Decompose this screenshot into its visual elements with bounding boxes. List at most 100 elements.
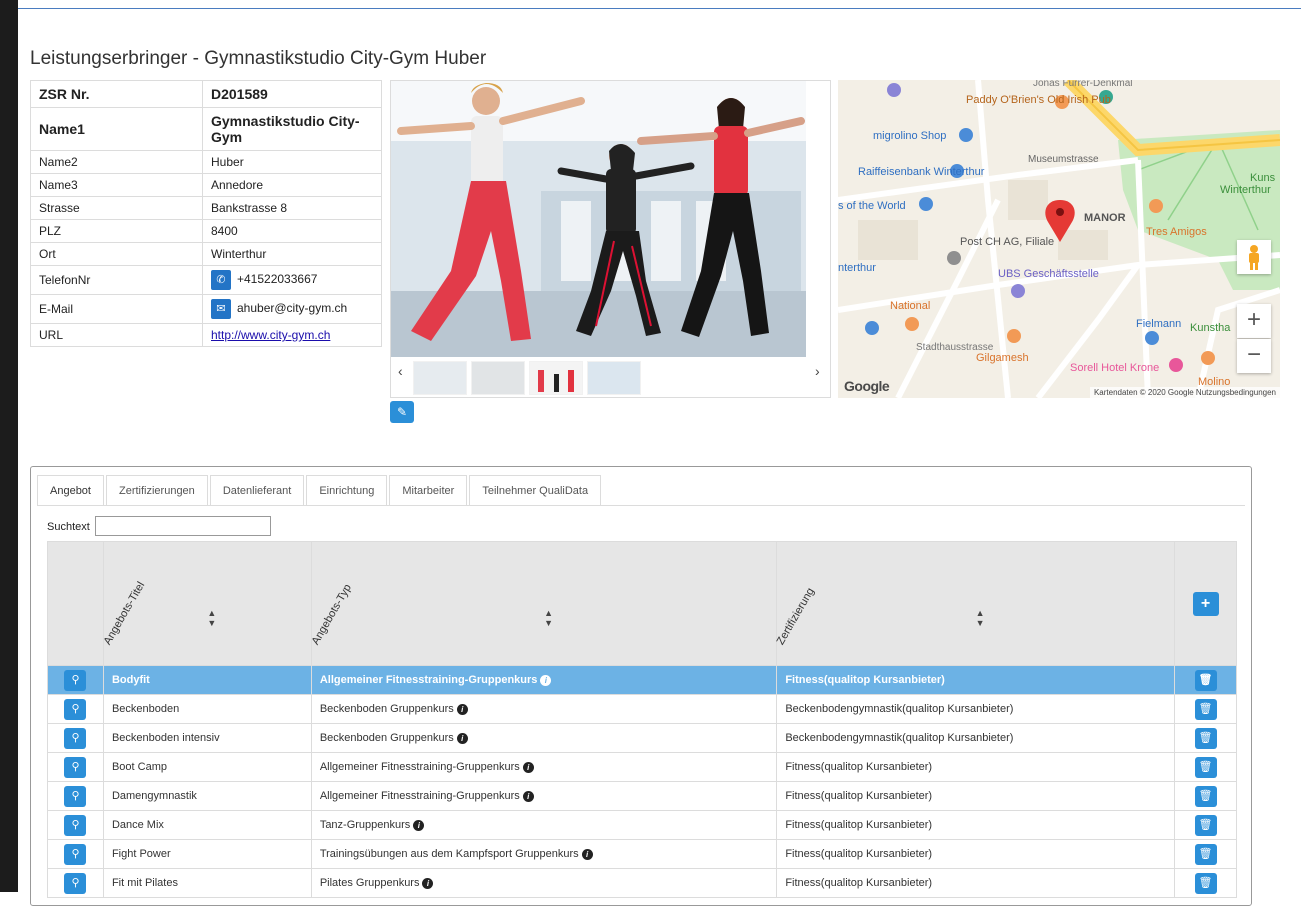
map-label-winterthur-station: nterthur: [838, 262, 876, 274]
table-row[interactable]: ⚲ Fit mit Pilates Pilates Gruppenkurs i Fitn…: [47, 868, 1237, 898]
view-magnifier-button[interactable]: ⚲: [64, 843, 87, 865]
info-key: E-Mail: [30, 294, 203, 324]
gallery-prev-arrow[interactable]: ‹: [398, 363, 403, 379]
info-value-email: ✉ ahuber@city-gym.ch: [202, 294, 382, 324]
header-angebots-typ[interactable]: Angebots-Typ ▲ ▼: [309, 541, 778, 666]
info-icon[interactable]: i: [522, 761, 534, 773]
table-row[interactable]: ⚲ Beckenboden intensiv Beckenboden Gruppen…: [47, 723, 1237, 753]
view-magnifier-button[interactable]: ⚲: [64, 785, 87, 807]
phone-number[interactable]: +41522033667: [237, 272, 317, 286]
delete-trash-button[interactable]: 🗑: [1194, 727, 1217, 749]
info-key: PLZ: [30, 219, 203, 243]
view-magnifier-button[interactable]: ⚲: [64, 727, 87, 749]
map-label-irish-pub: Paddy O'Brien's Old Irish Pub: [966, 94, 1111, 106]
info-value: 8400: [202, 219, 382, 243]
map-label-sorell-hotel: Sorell Hotel Krone: [1070, 362, 1160, 374]
info-icon[interactable]: i: [413, 819, 425, 831]
gallery-thumbnail-4[interactable]: [587, 361, 641, 395]
view-magnifier-button[interactable]: ⚲: [64, 756, 87, 778]
delete-trash-button[interactable]: 🗑: [1194, 698, 1217, 720]
thumbnail-dancers-image: [538, 370, 574, 392]
table-row[interactable]: ⚲ Boot Camp Allgemeiner Fitnesstraining-Gr…: [47, 752, 1237, 782]
map-label-national: National: [890, 300, 931, 312]
offer-type-cell: Trainingsübungen aus dem Kampfsport Grup…: [310, 839, 778, 869]
page-title: Leistungserbringer - Gymnastikstudio Cit…: [30, 48, 487, 69]
gallery-next-arrow[interactable]: ›: [815, 363, 820, 379]
map-label-migrolino: migrolino Shop: [873, 130, 947, 142]
info-key: Name1: [30, 107, 203, 151]
info-icon[interactable]: i: [540, 674, 552, 686]
info-row-telefon: TelefonNr ✆ +41522033667: [30, 265, 382, 295]
table-row[interactable]: ⚲ Fight Power Trainingsübungen aus dem Kam…: [47, 839, 1237, 869]
provider-info-table: ZSR Nr. D201589 Name1 Gymnastikstudio Ci…: [30, 80, 382, 347]
delete-cell: 🗑: [1174, 694, 1237, 724]
header-angebots-titel[interactable]: Angebots-Titel ▲ ▼: [101, 541, 312, 666]
gallery-thumbnail-3[interactable]: [529, 361, 583, 395]
envelope-icon[interactable]: ✉: [211, 299, 231, 319]
delete-trash-button[interactable]: 🗑: [1194, 756, 1217, 778]
fitness-class-photo: [391, 81, 806, 357]
view-magnifier-button[interactable]: ⚲: [64, 698, 87, 720]
map-zoom-out-button[interactable]: −: [1237, 339, 1271, 373]
view-cell: ⚲: [47, 810, 104, 840]
tab-datenlieferant[interactable]: Datenlieferant: [209, 475, 305, 505]
info-row-plz: PLZ 8400: [30, 219, 382, 243]
tab-mitarbeiter[interactable]: Mitarbeiter: [389, 475, 468, 505]
add-offer-button[interactable]: +: [1192, 591, 1219, 616]
sort-icon[interactable]: ▲ ▼: [544, 608, 553, 628]
view-cell: ⚲: [47, 868, 104, 898]
table-row[interactable]: ⚲ Bodyfit Allgemeiner Fitnesstraining-Grup…: [47, 665, 1237, 695]
tab-einrichtung[interactable]: Einrichtung: [306, 475, 388, 505]
location-map[interactable]: Paddy O'Brien's Old Irish Pub Jonas Furr…: [838, 80, 1280, 398]
offer-type-cell: Beckenboden Gruppenkurs i: [310, 694, 778, 724]
tab-angebot[interactable]: Angebot: [37, 475, 104, 505]
tab-zertifizierungen[interactable]: Zertifizierungen: [105, 475, 208, 505]
offer-title: Beckenboden: [102, 694, 312, 724]
info-value: D201589: [202, 80, 382, 108]
map-label-manor: MANOR: [1084, 212, 1126, 224]
header-zertifizierung[interactable]: Zertifizierung ▲ ▼: [775, 541, 1176, 666]
delete-trash-button[interactable]: 🗑: [1194, 814, 1217, 836]
delete-cell: 🗑: [1174, 868, 1237, 898]
offer-certification: Fitness(qualitop Kursanbieter): [776, 665, 1176, 695]
info-icon[interactable]: i: [522, 790, 534, 802]
info-value-phone: ✆ +41522033667: [202, 265, 382, 295]
search-input[interactable]: [95, 516, 271, 536]
table-row[interactable]: ⚲ Beckenboden Beckenboden Gruppenkurs i Beck…: [47, 694, 1237, 724]
delete-trash-button[interactable]: 🗑: [1194, 843, 1217, 865]
delete-cell: 🗑: [1174, 781, 1237, 811]
phone-icon[interactable]: ✆: [211, 270, 231, 290]
photo-gallery: ‹ ›: [390, 80, 831, 398]
info-icon[interactable]: i: [422, 877, 434, 889]
offer-type: Beckenboden Gruppenkurs: [319, 732, 454, 744]
info-icon[interactable]: i: [581, 848, 593, 860]
table-row[interactable]: ⚲ Damengymnastik Allgemeiner Fitnesstraini…: [47, 781, 1237, 811]
view-cell: ⚲: [47, 752, 104, 782]
view-magnifier-button[interactable]: ⚲: [64, 669, 87, 691]
header-label: Angebots-Titel: [101, 579, 148, 647]
map-label-gilgamesh: Gilgamesh: [976, 352, 1029, 364]
website-link[interactable]: http://www.city-gym.ch: [211, 328, 330, 342]
map-copyright[interactable]: Kartendaten © 2020 Google Nutzungsbeding…: [1089, 387, 1280, 398]
map-zoom-in-button[interactable]: +: [1237, 304, 1271, 338]
delete-trash-button[interactable]: 🗑: [1194, 785, 1217, 807]
view-magnifier-button[interactable]: ⚲: [64, 872, 87, 894]
info-icon[interactable]: i: [456, 703, 468, 715]
view-magnifier-button[interactable]: ⚲: [64, 814, 87, 836]
table-row[interactable]: ⚲ Dance Mix Tanz-Gruppenkurs i Fitness(quali…: [47, 810, 1237, 840]
edit-pencil-button[interactable]: ✎: [390, 401, 414, 423]
delete-trash-button[interactable]: 🗑: [1194, 872, 1217, 894]
sort-icon[interactable]: ▲ ▼: [976, 608, 985, 628]
info-icon[interactable]: i: [456, 732, 468, 744]
delete-trash-button[interactable]: 🗑: [1194, 669, 1217, 691]
tab-teilnehmer-qualidata[interactable]: Teilnehmer QualiData: [469, 475, 602, 505]
gallery-thumbnail-1[interactable]: [413, 361, 467, 395]
email-address[interactable]: ahuber@city-gym.ch: [237, 301, 347, 315]
offers-table: Angebots-Titel ▲ ▼ Angebots-Typ ▲ ▼ Zertif…: [47, 541, 1237, 898]
street-view-pegman[interactable]: [1237, 240, 1271, 274]
offer-certification: Fitness(qualitop Kursanbieter): [776, 781, 1176, 811]
gallery-thumbnail-2[interactable]: [471, 361, 525, 395]
sort-icon[interactable]: ▲ ▼: [207, 608, 216, 628]
header-actions-column: [47, 541, 104, 666]
offer-title: Boot Camp: [102, 752, 312, 782]
